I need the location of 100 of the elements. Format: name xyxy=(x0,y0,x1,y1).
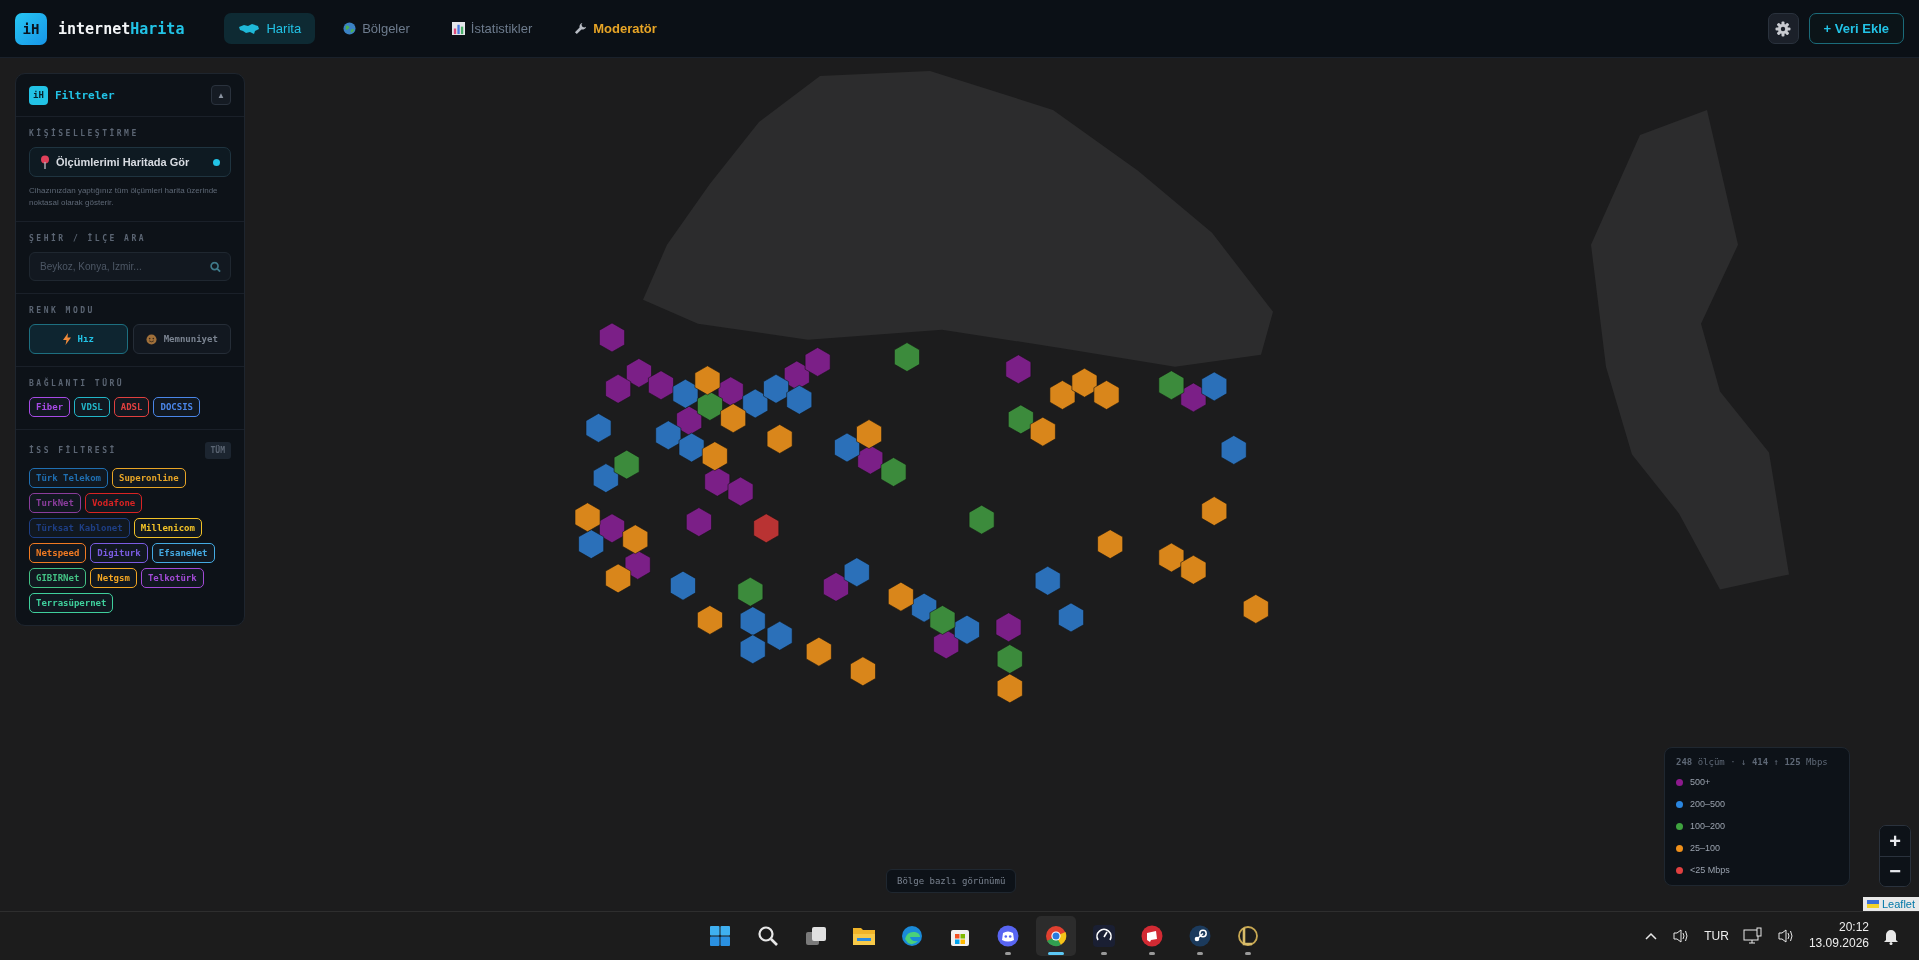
nav-tab[interactable]: Moderatör xyxy=(560,13,671,44)
hexagon-cell[interactable] xyxy=(626,358,652,388)
hexagon-cell[interactable] xyxy=(766,621,793,651)
hexagon-cell[interactable] xyxy=(672,378,699,409)
hexagon-cell[interactable] xyxy=(1005,354,1032,385)
city-search-field[interactable]: Beykoz, Konya, İzmir... xyxy=(29,252,231,281)
hexagon-cell[interactable] xyxy=(753,513,780,544)
hexagon-cell[interactable] xyxy=(804,347,831,377)
hexagon-cell[interactable] xyxy=(1030,416,1056,447)
hexagon-cell[interactable] xyxy=(676,405,702,436)
hexagon-cell[interactable] xyxy=(670,570,696,601)
hexagon-cell[interactable] xyxy=(727,476,754,507)
hexagon-cell[interactable] xyxy=(605,374,631,404)
hexagon-cell[interactable] xyxy=(1243,594,1269,624)
hexagon-cell[interactable] xyxy=(697,391,723,421)
hexagon-cell[interactable] xyxy=(622,524,649,554)
hexagon-cell[interactable] xyxy=(1071,367,1098,398)
hexagon-cell[interactable] xyxy=(697,605,723,635)
settings-button[interactable] xyxy=(1767,13,1799,44)
provider-chip[interactable]: Telkotürk xyxy=(140,568,204,588)
hexagon-cell[interactable] xyxy=(1158,542,1185,573)
hexagon-cell[interactable] xyxy=(856,419,882,449)
hexagon-cell[interactable] xyxy=(766,424,793,454)
speaker-icon[interactable] xyxy=(1672,928,1691,944)
hexagon-cell[interactable] xyxy=(1097,529,1123,559)
notification-bell-icon[interactable] xyxy=(1883,927,1899,945)
hexagon-cell[interactable] xyxy=(1180,555,1207,585)
hexagon-cell[interactable] xyxy=(1058,602,1084,633)
nav-tab[interactable]: Harita xyxy=(224,13,316,44)
hexagon-cell[interactable] xyxy=(880,457,907,487)
hexagon-cell[interactable] xyxy=(834,432,860,463)
hexagon-cell[interactable] xyxy=(933,629,959,660)
collapse-button[interactable]: ▲ xyxy=(211,85,231,105)
hexagon-cell[interactable] xyxy=(613,449,640,480)
hexagon-cell[interactable] xyxy=(996,673,1023,704)
hexagon-cell[interactable] xyxy=(806,636,832,667)
color-mode-option[interactable]: Hız xyxy=(29,324,128,354)
chevron-up-icon[interactable] xyxy=(1644,931,1659,941)
hexagon-cell[interactable] xyxy=(995,612,1022,642)
clock-date[interactable]: 13.09.2026 xyxy=(1808,936,1869,952)
provider-chip[interactable]: Netspeed xyxy=(29,543,87,563)
hexagon-cell[interactable] xyxy=(1034,566,1061,596)
hexagon-cell[interactable] xyxy=(702,441,728,471)
hexagon-cell[interactable] xyxy=(624,550,651,580)
provider-chip[interactable]: EfsaneNet xyxy=(151,543,215,563)
hexagon-cell[interactable] xyxy=(823,572,849,602)
hexagon-cell[interactable] xyxy=(996,644,1023,674)
hexagon-cell[interactable] xyxy=(694,365,721,396)
provider-chip[interactable]: Vodafone xyxy=(84,493,143,513)
taskbar-app[interactable] xyxy=(1036,916,1076,956)
connection-type-chip[interactable]: ADSL xyxy=(113,397,150,417)
hexagon-cell[interactable] xyxy=(911,592,937,623)
hexagon-cell[interactable] xyxy=(739,606,766,636)
hexagon-cell[interactable] xyxy=(929,605,956,635)
hexagon-cell[interactable] xyxy=(763,374,789,404)
provider-chip[interactable]: Terrasüpernet xyxy=(29,593,114,613)
provider-chip[interactable]: GIBIRNet xyxy=(29,568,87,588)
provider-chip[interactable]: Netgsm xyxy=(90,568,137,588)
zoom-out-button[interactable]: − xyxy=(1880,856,1910,886)
hexagon-cell[interactable] xyxy=(1093,380,1120,410)
hexagon-cell[interactable] xyxy=(1158,370,1185,400)
hexagon-cell[interactable] xyxy=(737,577,764,607)
hexagon-cell[interactable] xyxy=(585,413,612,443)
provider-chip[interactable]: Superonline xyxy=(112,468,186,488)
hexagon-cell[interactable] xyxy=(968,504,995,535)
hexagon-cell[interactable] xyxy=(1201,371,1228,402)
hexagon-cell[interactable] xyxy=(648,370,674,400)
hexagon-cell[interactable] xyxy=(593,463,619,493)
hexagon-cell[interactable] xyxy=(954,614,980,645)
hexagon-cell[interactable] xyxy=(1201,496,1228,526)
hexagon-cell[interactable] xyxy=(599,322,625,353)
clock-time[interactable]: 20:12 xyxy=(1838,920,1869,936)
leaflet-link[interactable]: Leaflet xyxy=(1881,898,1915,910)
provider-chip[interactable]: Digiturk xyxy=(90,543,148,563)
nav-tab[interactable]: İstatistikler xyxy=(437,13,547,44)
add-data-button[interactable]: + Veri Ekle xyxy=(1808,13,1904,44)
hexagon-cell[interactable] xyxy=(1049,380,1076,410)
connection-type-chip[interactable]: Fiber xyxy=(29,397,71,417)
hexagon-cell[interactable] xyxy=(678,432,705,463)
hexagon-cell[interactable] xyxy=(1180,382,1207,413)
connection-type-chip[interactable]: VDSL xyxy=(74,397,110,417)
hexagon-cell[interactable] xyxy=(717,376,744,407)
hexagon-cell[interactable] xyxy=(739,634,766,664)
network-icon[interactable] xyxy=(1742,927,1763,945)
provider-chip[interactable]: Millenicom xyxy=(133,518,202,538)
hexagon-cell[interactable] xyxy=(888,581,914,612)
hexagon-cell[interactable] xyxy=(574,502,601,533)
hexagon-cell[interactable] xyxy=(655,420,682,451)
hexagon-cell[interactable] xyxy=(599,513,625,544)
hexagon-cell[interactable] xyxy=(1008,404,1034,435)
hexagon-cell[interactable] xyxy=(843,557,870,587)
hexagon-cell[interactable] xyxy=(1220,435,1247,465)
hexagon-cell[interactable] xyxy=(578,529,604,559)
hexagon-cell[interactable] xyxy=(605,563,631,594)
speaker-icon[interactable] xyxy=(1776,928,1795,944)
hexagon-cell[interactable] xyxy=(894,342,920,372)
show-measurements-toggle[interactable]: Ölçümlerimi Haritada Gör xyxy=(29,147,231,177)
hexagon-cell[interactable] xyxy=(720,403,746,433)
hexagon-cell[interactable] xyxy=(786,385,813,415)
hexagon-cell[interactable] xyxy=(857,444,884,475)
